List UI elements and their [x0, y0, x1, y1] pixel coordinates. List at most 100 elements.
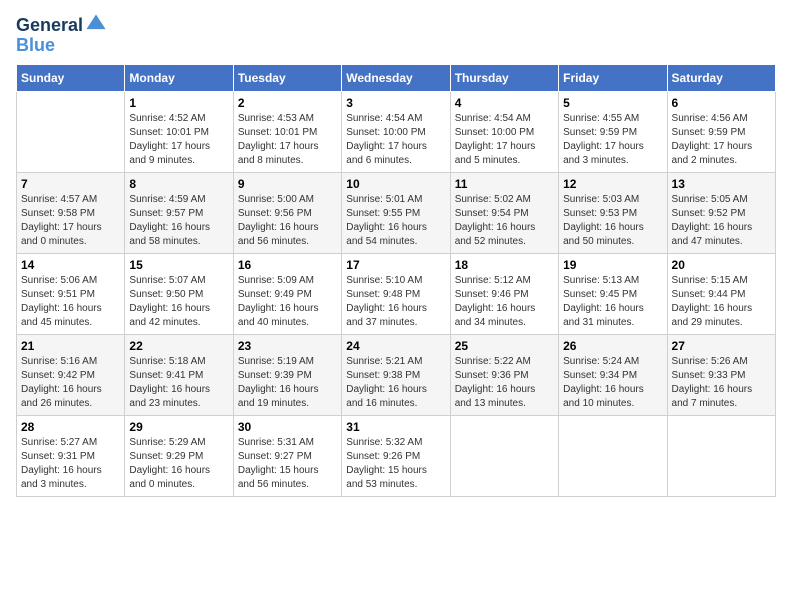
day-info: Sunrise: 5:06 AM Sunset: 9:51 PM Dayligh… [21, 274, 120, 330]
calendar-cell: 16 Sunrise: 5:09 AM Sunset: 9:49 PM Dayli… [233, 253, 341, 334]
calendar-cell: 19 Sunrise: 5:13 AM Sunset: 9:45 PM Dayli… [559, 253, 667, 334]
calendar-cell: 14Sunrise: 5:06 AM Sunset: 9:51 PM Dayli… [17, 253, 125, 334]
week-row-2: 7 Sunrise: 4:57 AM Sunset: 9:58 PM Daylig… [17, 172, 776, 253]
week-row-3: 14Sunrise: 5:06 AM Sunset: 9:51 PM Dayli… [17, 253, 776, 334]
day-info: Sunrise: 5:32 AM Sunset: 9:26 PM Dayligh… [346, 436, 445, 492]
calendar-cell: 26 Sunrise: 5:24 AM Sunset: 9:34 PM Dayli… [559, 334, 667, 415]
calendar-cell: 20Sunrise: 5:15 AM Sunset: 9:44 PM Dayli… [667, 253, 775, 334]
day-info: Sunrise: 4:56 AM Sunset: 9:59 PM Dayligh… [672, 112, 771, 168]
weekday-header-thursday: Thursday [450, 64, 558, 91]
day-number: 22 [129, 339, 228, 353]
day-number: 2 [238, 96, 337, 110]
day-number: 19 [563, 258, 662, 272]
day-number: 6 [672, 96, 771, 110]
calendar-cell: 27 Sunrise: 5:26 AM Sunset: 9:33 PM Dayli… [667, 334, 775, 415]
day-number: 17 [346, 258, 445, 272]
day-number: 20 [672, 258, 771, 272]
calendar-cell: 2Sunrise: 4:53 AM Sunset: 10:01 PM Dayli… [233, 91, 341, 172]
calendar-cell: 21 Sunrise: 5:16 AM Sunset: 9:42 PM Dayli… [17, 334, 125, 415]
day-info: Sunrise: 4:52 AM Sunset: 10:01 PM Daylig… [129, 112, 228, 168]
day-number: 23 [238, 339, 337, 353]
calendar-cell: 18Sunrise: 5:12 AM Sunset: 9:46 PM Dayli… [450, 253, 558, 334]
calendar-cell: 1 Sunrise: 4:52 AM Sunset: 10:01 PM Dayli… [125, 91, 233, 172]
calendar-cell: 25 Sunrise: 5:22 AM Sunset: 9:36 PM Dayli… [450, 334, 558, 415]
logo-text: General Blue [16, 16, 107, 56]
week-row-1: 1 Sunrise: 4:52 AM Sunset: 10:01 PM Dayli… [17, 91, 776, 172]
day-number: 1 [129, 96, 228, 110]
day-number: 10 [346, 177, 445, 191]
calendar-cell: 9 Sunrise: 5:00 AM Sunset: 9:56 PM Daylig… [233, 172, 341, 253]
calendar-cell: 29Sunrise: 5:29 AM Sunset: 9:29 PM Dayli… [125, 415, 233, 496]
day-number: 26 [563, 339, 662, 353]
day-number: 16 [238, 258, 337, 272]
calendar-cell: 17 Sunrise: 5:10 AM Sunset: 9:48 PM Dayli… [342, 253, 450, 334]
day-number: 29 [129, 420, 228, 434]
day-info: Sunrise: 5:09 AM Sunset: 9:49 PM Dayligh… [238, 274, 337, 330]
calendar-cell [559, 415, 667, 496]
day-info: Sunrise: 5:16 AM Sunset: 9:42 PM Dayligh… [21, 355, 120, 411]
day-number: 18 [455, 258, 554, 272]
day-info: Sunrise: 5:10 AM Sunset: 9:48 PM Dayligh… [346, 274, 445, 330]
day-info: Sunrise: 5:31 AM Sunset: 9:27 PM Dayligh… [238, 436, 337, 492]
calendar-cell [667, 415, 775, 496]
day-number: 5 [563, 96, 662, 110]
day-info: Sunrise: 5:26 AM Sunset: 9:33 PM Dayligh… [672, 355, 771, 411]
day-info: Sunrise: 5:03 AM Sunset: 9:53 PM Dayligh… [563, 193, 662, 249]
page-header: General Blue [16, 16, 776, 56]
day-number: 25 [455, 339, 554, 353]
day-info: Sunrise: 4:55 AM Sunset: 9:59 PM Dayligh… [563, 112, 662, 168]
weekday-header-monday: Monday [125, 64, 233, 91]
weekday-header-saturday: Saturday [667, 64, 775, 91]
day-number: 4 [455, 96, 554, 110]
day-number: 28 [21, 420, 120, 434]
day-number: 21 [21, 339, 120, 353]
calendar-cell: 30 Sunrise: 5:31 AM Sunset: 9:27 PM Dayli… [233, 415, 341, 496]
day-info: Sunrise: 4:57 AM Sunset: 9:58 PM Dayligh… [21, 193, 120, 249]
calendar-cell: 7 Sunrise: 4:57 AM Sunset: 9:58 PM Daylig… [17, 172, 125, 253]
day-info: Sunrise: 5:01 AM Sunset: 9:55 PM Dayligh… [346, 193, 445, 249]
day-number: 3 [346, 96, 445, 110]
calendar-cell: 11 Sunrise: 5:02 AM Sunset: 9:54 PM Dayli… [450, 172, 558, 253]
day-number: 13 [672, 177, 771, 191]
day-info: Sunrise: 5:07 AM Sunset: 9:50 PM Dayligh… [129, 274, 228, 330]
day-info: Sunrise: 5:00 AM Sunset: 9:56 PM Dayligh… [238, 193, 337, 249]
day-info: Sunrise: 5:22 AM Sunset: 9:36 PM Dayligh… [455, 355, 554, 411]
calendar-cell: 24 Sunrise: 5:21 AM Sunset: 9:38 PM Dayli… [342, 334, 450, 415]
logo: General Blue [16, 16, 107, 56]
calendar-cell: 13 Sunrise: 5:05 AM Sunset: 9:52 PM Dayli… [667, 172, 775, 253]
day-number: 15 [129, 258, 228, 272]
calendar-cell: 12 Sunrise: 5:03 AM Sunset: 9:53 PM Dayli… [559, 172, 667, 253]
day-number: 30 [238, 420, 337, 434]
day-number: 11 [455, 177, 554, 191]
day-info: Sunrise: 4:59 AM Sunset: 9:57 PM Dayligh… [129, 193, 228, 249]
day-number: 8 [129, 177, 228, 191]
day-number: 12 [563, 177, 662, 191]
day-info: Sunrise: 5:21 AM Sunset: 9:38 PM Dayligh… [346, 355, 445, 411]
calendar-cell [17, 91, 125, 172]
day-info: Sunrise: 5:27 AM Sunset: 9:31 PM Dayligh… [21, 436, 120, 492]
day-number: 27 [672, 339, 771, 353]
calendar-cell [450, 415, 558, 496]
calendar-cell: 28 Sunrise: 5:27 AM Sunset: 9:31 PM Dayli… [17, 415, 125, 496]
calendar-cell: 23 Sunrise: 5:19 AM Sunset: 9:39 PM Dayli… [233, 334, 341, 415]
week-row-5: 28 Sunrise: 5:27 AM Sunset: 9:31 PM Dayli… [17, 415, 776, 496]
weekday-header-friday: Friday [559, 64, 667, 91]
calendar-cell: 10 Sunrise: 5:01 AM Sunset: 9:55 PM Dayli… [342, 172, 450, 253]
day-number: 7 [21, 177, 120, 191]
calendar-table: SundayMondayTuesdayWednesdayThursdayFrid… [16, 64, 776, 497]
day-info: Sunrise: 4:54 AM Sunset: 10:00 PM Daylig… [346, 112, 445, 168]
day-info: Sunrise: 4:54 AM Sunset: 10:00 PM Daylig… [455, 112, 554, 168]
weekday-header-tuesday: Tuesday [233, 64, 341, 91]
day-number: 9 [238, 177, 337, 191]
calendar-cell: 4 Sunrise: 4:54 AM Sunset: 10:00 PM Dayli… [450, 91, 558, 172]
day-number: 31 [346, 420, 445, 434]
calendar-cell: 3 Sunrise: 4:54 AM Sunset: 10:00 PM Dayli… [342, 91, 450, 172]
calendar-cell: 5 Sunrise: 4:55 AM Sunset: 9:59 PM Daylig… [559, 91, 667, 172]
day-info: Sunrise: 5:05 AM Sunset: 9:52 PM Dayligh… [672, 193, 771, 249]
day-info: Sunrise: 5:19 AM Sunset: 9:39 PM Dayligh… [238, 355, 337, 411]
day-number: 24 [346, 339, 445, 353]
calendar-cell: 15 Sunrise: 5:07 AM Sunset: 9:50 PM Dayli… [125, 253, 233, 334]
day-info: Sunrise: 5:13 AM Sunset: 9:45 PM Dayligh… [563, 274, 662, 330]
day-info: Sunrise: 5:02 AM Sunset: 9:54 PM Dayligh… [455, 193, 554, 249]
day-info: Sunrise: 5:24 AM Sunset: 9:34 PM Dayligh… [563, 355, 662, 411]
